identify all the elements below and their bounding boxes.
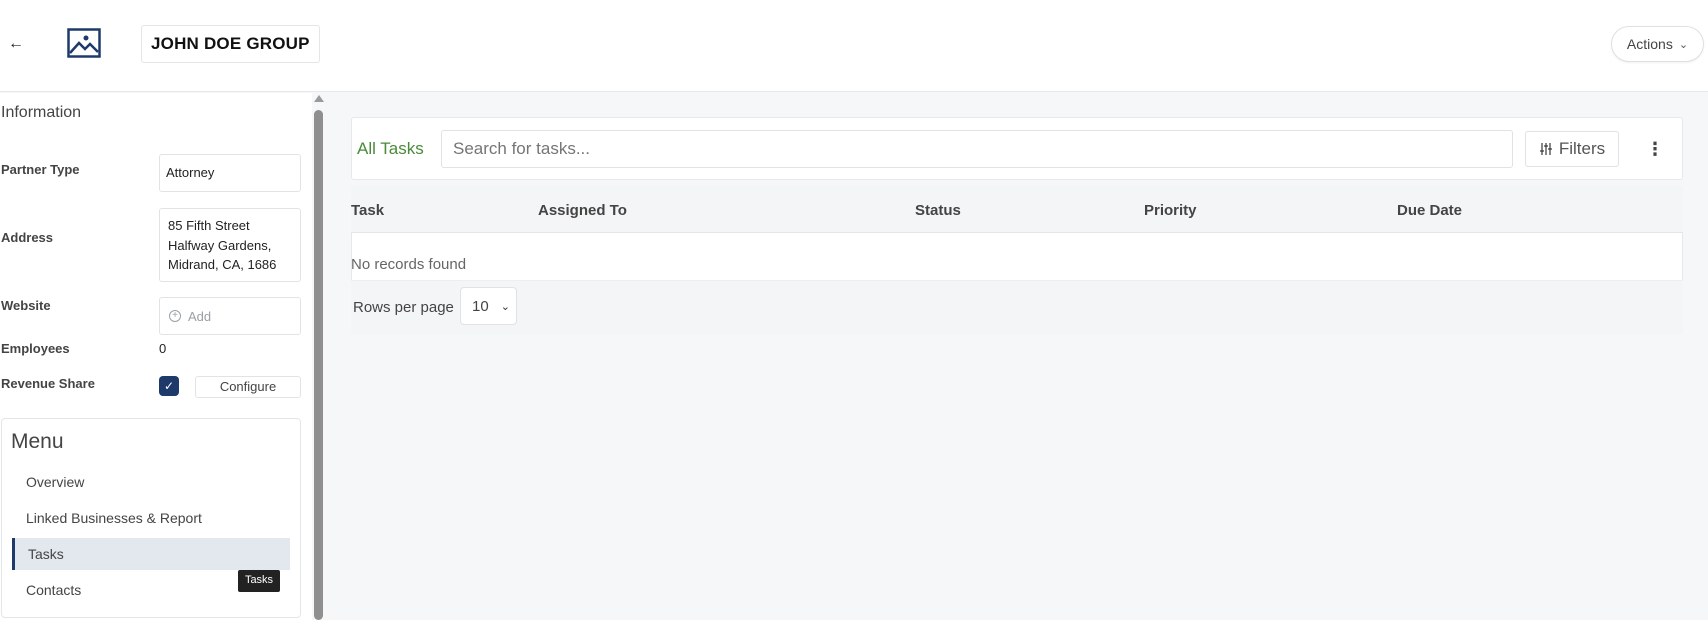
address-field[interactable]: 85 Fifth Street Halfway Gardens, Midrand… — [159, 208, 301, 282]
address-label: Address — [1, 230, 54, 245]
column-header-assigned-to[interactable]: Assigned To — [538, 202, 627, 219]
filters-button[interactable]: Filters — [1525, 131, 1619, 167]
actions-button[interactable]: Actions ⌄ — [1611, 26, 1704, 62]
employees-value: 0 — [159, 341, 167, 356]
back-arrow-icon[interactable]: ← — [6, 34, 26, 54]
rows-per-page-label: Rows per page — [353, 299, 454, 316]
partner-type-label: Partner Type — [1, 162, 80, 177]
empty-state-text: No records found — [351, 256, 467, 273]
chevron-down-icon: ⌄ — [500, 300, 510, 313]
sliders-icon — [1540, 143, 1552, 155]
configure-button[interactable]: Configure — [195, 376, 301, 398]
website-label: Website — [1, 298, 51, 313]
information-heading: Information — [1, 104, 82, 121]
add-circle-icon: + — [169, 310, 181, 322]
column-header-status[interactable]: Status — [915, 202, 961, 219]
menu-item-tasks[interactable]: Tasks — [12, 538, 290, 570]
employees-label: Employees — [1, 341, 70, 356]
column-header-priority[interactable]: Priority — [1144, 202, 1197, 219]
search-tasks-input[interactable] — [441, 130, 1513, 168]
rows-per-page-select[interactable]: 10 ⌄ — [460, 287, 517, 325]
column-header-due-date[interactable]: Due Date — [1397, 202, 1462, 219]
tasks-tooltip: Tasks — [238, 570, 280, 592]
revenue-share-label: Revenue Share — [1, 376, 95, 391]
scroll-up-arrow-icon[interactable] — [314, 95, 324, 102]
column-header-task[interactable]: Task — [351, 202, 384, 219]
kebab-vertical-icon[interactable]: ⋮ — [1646, 137, 1664, 161]
pagination-bar — [351, 280, 1683, 334]
menu-item-linked-businesses[interactable]: Linked Businesses & Report — [12, 502, 290, 534]
revenue-share-checkbox[interactable]: ✓ — [159, 376, 179, 396]
rows-per-page-value: 10 — [472, 297, 489, 315]
chevron-down-icon: ⌄ — [1678, 38, 1689, 51]
actions-label: Actions — [1626, 36, 1673, 52]
company-name: JOHN DOE GROUP — [141, 25, 320, 63]
menu-heading: Menu — [11, 430, 64, 453]
website-placeholder: Add — [188, 308, 212, 324]
sidebar-scrollbar-thumb[interactable] — [314, 110, 323, 620]
image-placeholder-icon — [67, 28, 101, 58]
partner-type-field[interactable]: Attorney — [159, 154, 301, 192]
website-field[interactable]: + Add — [159, 297, 301, 335]
menu-item-overview[interactable]: Overview — [12, 466, 290, 498]
filters-label: Filters — [1558, 139, 1606, 158]
tab-all-tasks[interactable]: All Tasks — [357, 139, 424, 159]
